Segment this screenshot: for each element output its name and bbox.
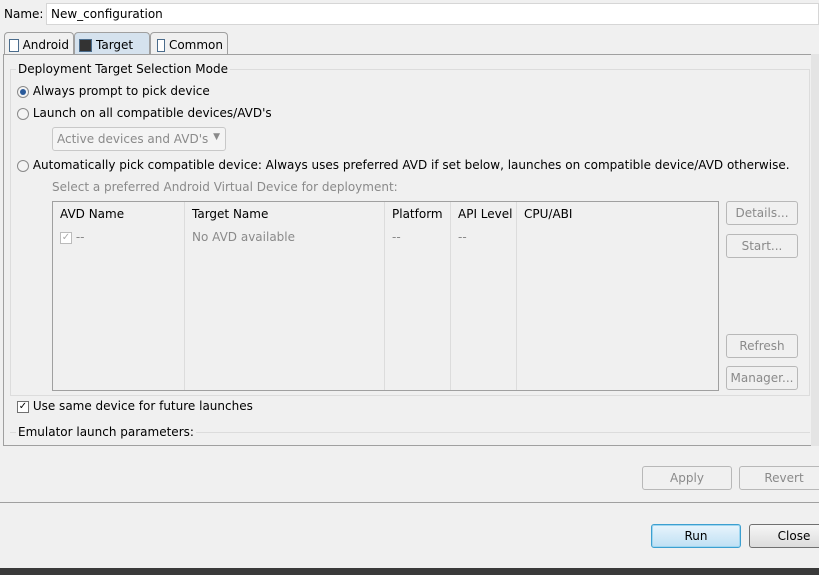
select-value: Active devices and AVD's	[57, 132, 209, 146]
manager-button[interactable]: Manager...	[726, 366, 798, 390]
cell-target-name: No AVD available	[185, 226, 385, 390]
divider	[0, 502, 819, 503]
avd-prompt: Select a preferred Android Virtual Devic…	[52, 180, 398, 194]
start-button[interactable]: Start...	[726, 234, 798, 258]
row-checkbox[interactable]: ✓	[60, 231, 72, 244]
col-api-level[interactable]: API Level	[451, 202, 517, 226]
table-icon	[157, 38, 165, 52]
cell-platform: --	[385, 226, 451, 390]
name-label: Name:	[4, 7, 44, 21]
window-bottom-border	[0, 568, 819, 575]
radio-label: Automatically pick compatible device: Al…	[32, 158, 790, 172]
cell-avd-name: --	[75, 230, 85, 244]
checkbox-icon: ✓	[17, 400, 29, 413]
same-device-checkbox[interactable]: ✓ Use same device for future launches	[17, 399, 253, 413]
apply-button[interactable]: Apply	[642, 466, 732, 490]
document-icon	[9, 38, 19, 52]
run-button[interactable]: Run	[651, 524, 741, 548]
revert-button[interactable]: Revert	[739, 466, 819, 490]
radio-always-prompt[interactable]: Always prompt to pick device	[17, 84, 210, 98]
chevron-down-icon: ▼	[213, 132, 220, 142]
radio-icon	[17, 107, 29, 120]
table-row[interactable]: ✓ --	[53, 226, 185, 390]
close-button[interactable]: Close	[749, 524, 819, 548]
mode-title: Deployment Target Selection Mode	[16, 62, 230, 76]
tab-label: Target	[96, 38, 134, 52]
tab-target[interactable]: Target	[74, 32, 150, 54]
radio-launch-all[interactable]: Launch on all compatible devices/AVD's	[17, 106, 272, 120]
scrollbar[interactable]	[811, 54, 819, 446]
radio-label: Always prompt to pick device	[32, 84, 210, 98]
col-target-name[interactable]: Target Name	[185, 202, 385, 226]
launch-select[interactable]: Active devices and AVD's ▼	[52, 127, 226, 151]
refresh-button[interactable]: Refresh	[726, 334, 798, 358]
tab-label: Common	[168, 38, 223, 52]
radio-label: Launch on all compatible devices/AVD's	[32, 106, 272, 120]
name-input[interactable]: New_configuration	[46, 3, 819, 25]
emulator-title: Emulator launch parameters:	[16, 425, 196, 439]
radio-icon	[17, 85, 29, 98]
radio-icon	[17, 159, 29, 172]
col-avd-name[interactable]: AVD Name	[53, 202, 185, 226]
col-cpu-abi[interactable]: CPU/ABI	[517, 202, 718, 226]
checkbox-label: Use same device for future launches	[32, 399, 253, 413]
details-button[interactable]: Details...	[726, 201, 798, 225]
device-icon	[79, 38, 92, 52]
radio-auto-pick[interactable]: Automatically pick compatible device: Al…	[17, 158, 790, 172]
avd-table: AVD Name Target Name Platform API Level …	[52, 201, 719, 391]
tab-label: Android	[22, 38, 69, 52]
tab-android[interactable]: Android	[4, 32, 74, 54]
col-platform[interactable]: Platform	[385, 202, 451, 226]
tab-common[interactable]: Common	[150, 32, 228, 54]
cell-api-level: --	[451, 226, 517, 390]
